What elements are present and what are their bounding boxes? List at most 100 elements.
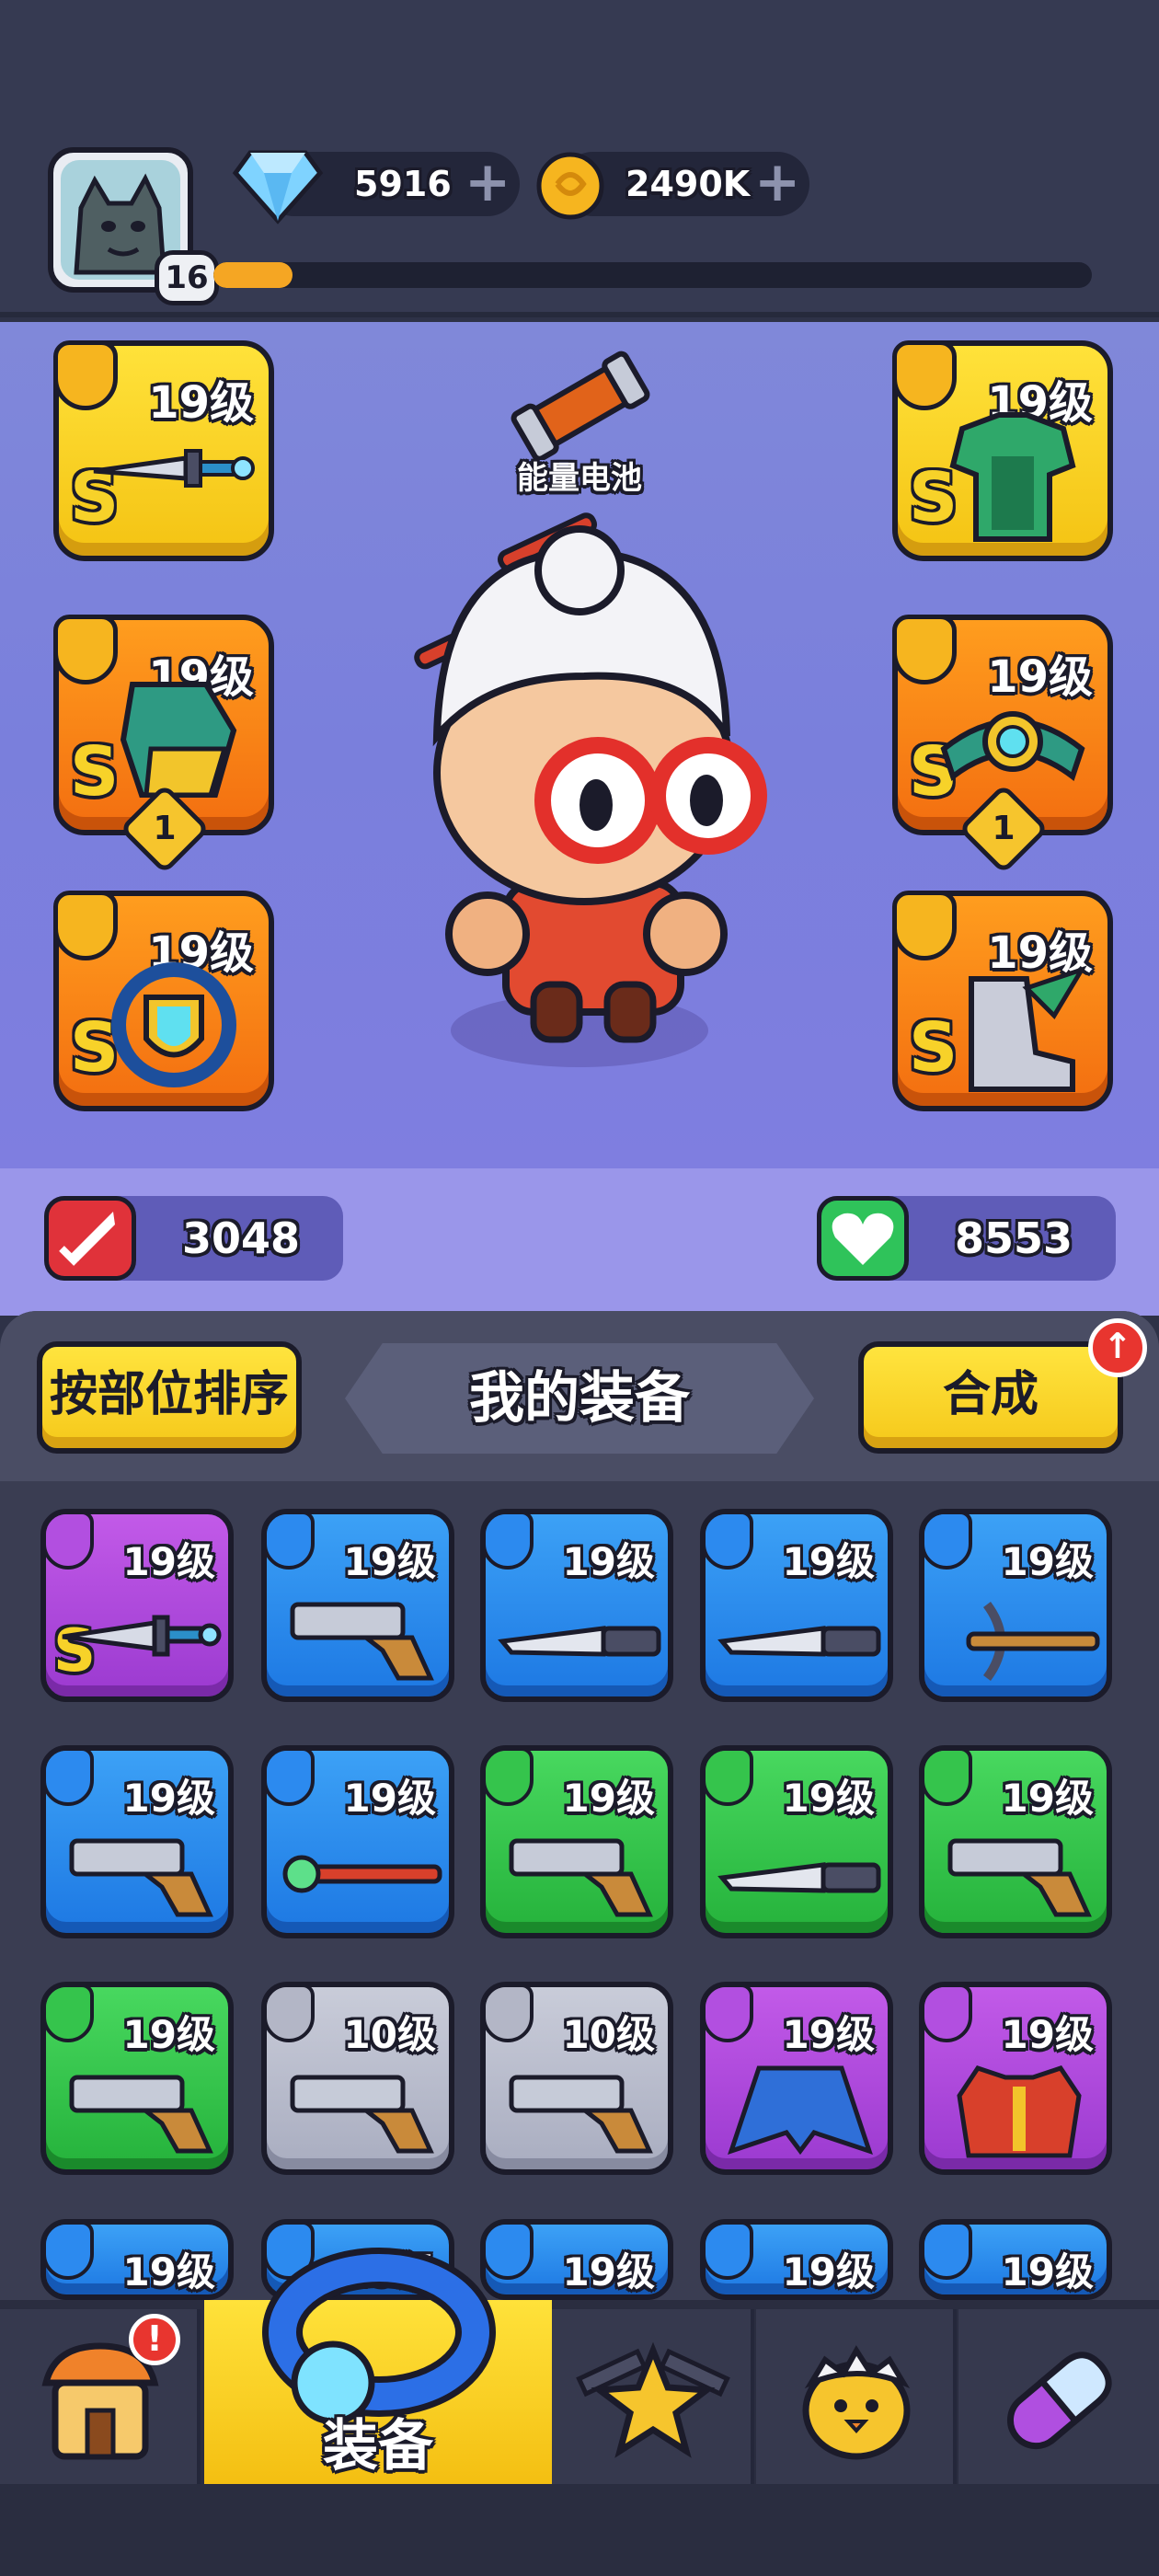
item-level: 19级 bbox=[1001, 1539, 1094, 1584]
xp-progress-bar bbox=[213, 262, 1092, 288]
armor-icon bbox=[892, 340, 957, 410]
knife-icon bbox=[717, 1862, 881, 1893]
shop-notification-badge: ! bbox=[129, 2314, 180, 2365]
inventory-item-card[interactable]: 19级 bbox=[480, 1745, 673, 1938]
slot-type-icon bbox=[706, 1514, 753, 1570]
pistol-icon bbox=[290, 2075, 434, 2154]
inventory-item-card[interactable]: 19级 bbox=[700, 2219, 893, 2300]
ring-icon bbox=[53, 891, 118, 960]
equip-slot-weapon[interactable]: 19级 S bbox=[53, 340, 274, 561]
slot-type-icon bbox=[924, 1987, 972, 2042]
inventory-item-card[interactable]: 19级 bbox=[919, 1745, 1112, 1938]
inventory-item-card[interactable]: 19级 bbox=[40, 1982, 234, 2175]
slot-type-icon bbox=[706, 1987, 753, 2042]
nav-tab-pets[interactable] bbox=[756, 2309, 957, 2484]
inventory-item-card[interactable]: 19级 bbox=[261, 1509, 454, 1702]
slot-type-icon bbox=[267, 1987, 315, 2042]
item-level: 19级 bbox=[122, 2012, 215, 2057]
item-level: 19级 bbox=[562, 1776, 655, 1821]
shield-amulet-icon bbox=[111, 962, 236, 1087]
item-level: 10级 bbox=[343, 2012, 436, 2057]
star-guns-icon bbox=[576, 2341, 730, 2458]
inventory-item-card[interactable]: 19级 bbox=[261, 1745, 454, 1938]
item-level: 19级 bbox=[562, 2249, 655, 2294]
nav-tab-heroes[interactable] bbox=[552, 2309, 754, 2484]
item-level: 19级 bbox=[343, 1539, 436, 1584]
slot-type-icon bbox=[46, 1987, 94, 2042]
slot-type-icon bbox=[267, 1514, 315, 1570]
slot-type-icon bbox=[924, 2225, 972, 2280]
equip-slot-gloves[interactable]: 19级 S 1 bbox=[53, 615, 274, 875]
pistol-icon bbox=[509, 1838, 653, 1917]
inventory-item-card[interactable]: 19级 S bbox=[40, 1509, 234, 1702]
inventory-item-card[interactable]: 19级 bbox=[480, 1509, 673, 1702]
wand-icon bbox=[282, 1855, 442, 1893]
inventory-item-card[interactable]: 19级 bbox=[40, 1745, 234, 1938]
inventory-item-card[interactable]: 19级 bbox=[919, 1509, 1112, 1702]
add-gems-button[interactable]: + bbox=[465, 155, 511, 210]
inventory-item-card[interactable]: 10级 bbox=[480, 1982, 673, 2175]
slot-type-icon bbox=[486, 1751, 534, 1806]
nav-tab-items[interactable] bbox=[958, 2309, 1159, 2484]
gem-count: 5916 bbox=[354, 164, 452, 204]
inventory-item-card[interactable]: 10级 bbox=[261, 1982, 454, 2175]
player-character bbox=[414, 512, 767, 1067]
knife-icon bbox=[498, 1626, 661, 1657]
slot-type-icon bbox=[924, 1751, 972, 1806]
inventory-item-card[interactable]: 19级 bbox=[700, 1745, 893, 1938]
capsule-icon bbox=[1006, 2352, 1112, 2450]
inventory-item-card[interactable]: 19级 bbox=[40, 2219, 234, 2300]
slot-type-icon bbox=[486, 1514, 534, 1570]
item-level: 19级 bbox=[782, 2012, 875, 2057]
equip-slot-belt[interactable]: 19级 S 1 bbox=[892, 615, 1113, 875]
revolver-icon bbox=[69, 1838, 213, 1917]
item-level: 19级 bbox=[782, 2249, 875, 2294]
nav-tab-equipment[interactable]: 装备 bbox=[204, 2248, 552, 2484]
inventory-item-card[interactable]: 19级 bbox=[480, 2219, 673, 2300]
slot-level: 19级 bbox=[148, 377, 254, 429]
revolver-icon bbox=[69, 2075, 213, 2154]
upgrade-arrow-icon: ↑ bbox=[1088, 1318, 1147, 1377]
equip-slot-armor[interactable]: 19级 S bbox=[892, 340, 1113, 561]
inventory-item-card[interactable]: 19级 bbox=[700, 1509, 893, 1702]
inventory-item-card[interactable]: 19级 bbox=[700, 1982, 893, 2175]
item-level: 19级 bbox=[1001, 1776, 1094, 1821]
coin-count: 2490K bbox=[625, 164, 751, 204]
item-level: 19级 bbox=[122, 1776, 215, 1821]
sort-by-slot-button[interactable]: 按部位排序 bbox=[37, 1341, 302, 1454]
item-level: 19级 bbox=[1001, 2012, 1094, 2057]
my-equipment-title: 我的装备 bbox=[345, 1343, 814, 1454]
slot-type-icon bbox=[706, 1751, 753, 1806]
slot-type-icon bbox=[486, 1987, 534, 2042]
item-level: 19级 bbox=[343, 1776, 436, 1821]
slot-type-icon bbox=[46, 1751, 94, 1806]
cape-icon bbox=[728, 2065, 873, 2156]
slot-type-icon bbox=[46, 2225, 94, 2280]
slot-type-icon bbox=[267, 1751, 315, 1806]
xp-progress-fill bbox=[213, 262, 293, 288]
equip-slot-boots[interactable]: 19级 S bbox=[892, 891, 1113, 1111]
chick-egg-icon bbox=[802, 2345, 911, 2460]
energy-battery-icon[interactable] bbox=[501, 350, 658, 460]
gold-coin-icon bbox=[536, 152, 604, 220]
top-bar: 16 5916 + 2490K + bbox=[0, 0, 1159, 317]
inventory-item-card[interactable]: 19级 bbox=[919, 1982, 1112, 2175]
pistol-icon bbox=[290, 1602, 434, 1681]
equip-slot-ring[interactable]: 19级 S bbox=[53, 891, 274, 1111]
gun-icon bbox=[53, 340, 118, 410]
attack-stat: 3048 bbox=[44, 1196, 343, 1281]
belt-icon bbox=[892, 615, 957, 684]
add-coins-button[interactable]: + bbox=[754, 155, 800, 210]
inventory-item-card[interactable]: 19级 bbox=[919, 2219, 1112, 2300]
boot-icon bbox=[892, 891, 957, 960]
health-value: 8553 bbox=[955, 1213, 1073, 1263]
attack-value: 3048 bbox=[182, 1213, 301, 1263]
slot-type-icon bbox=[924, 1514, 972, 1570]
gauntlet-icon bbox=[120, 682, 237, 798]
slot-type-icon bbox=[46, 1514, 94, 1570]
dagger-icon bbox=[93, 449, 255, 488]
sword-icon bbox=[44, 1196, 136, 1281]
dagger-icon bbox=[62, 1615, 222, 1657]
nav-equipment-label: 装备 bbox=[323, 2414, 433, 2478]
merge-button[interactable]: 合成 bbox=[858, 1341, 1123, 1454]
